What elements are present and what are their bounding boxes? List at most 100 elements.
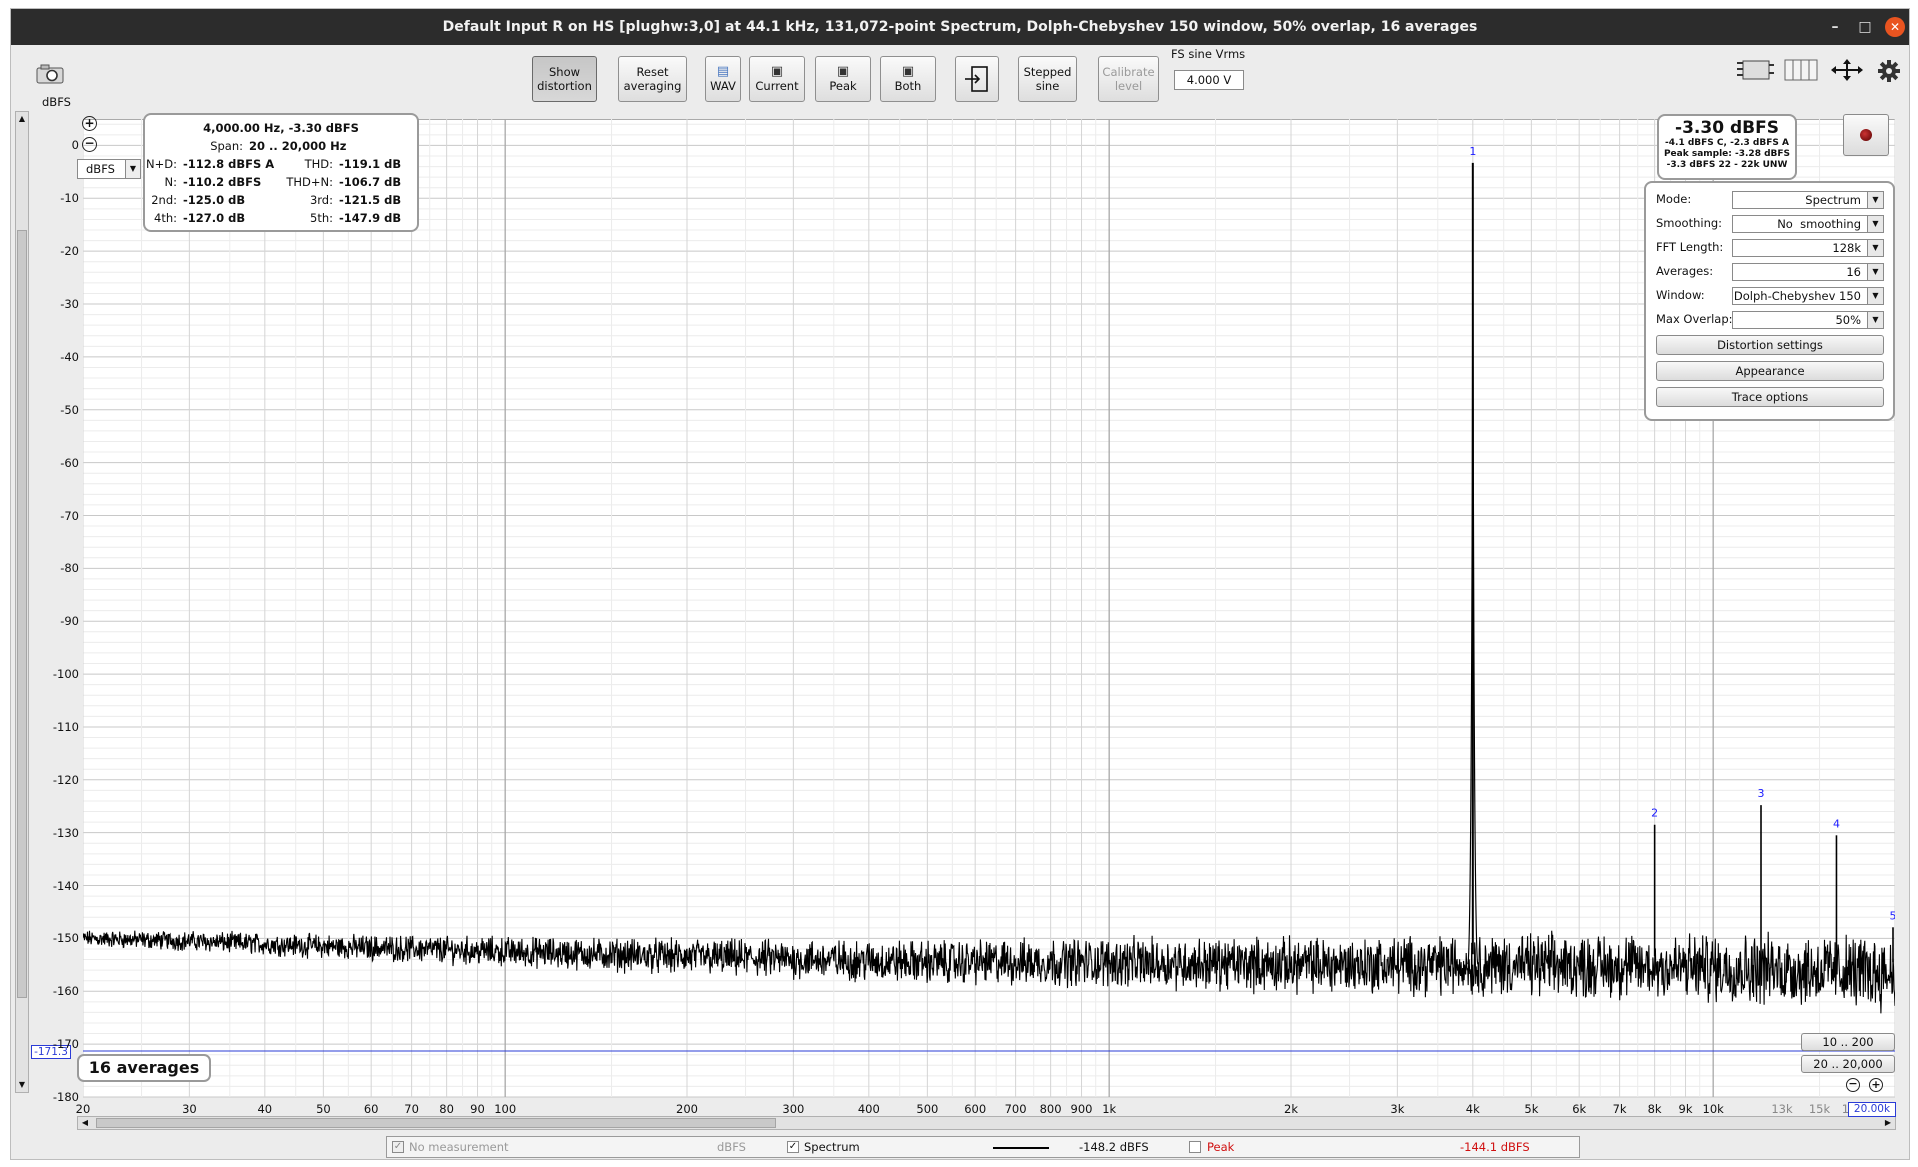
fft-length-label: FFT Length: [1656,240,1724,254]
import-button[interactable] [955,56,999,102]
x-tick-label: 4k [1465,1102,1480,1116]
columns-icon[interactable] [1783,57,1819,86]
y-unit-label: dBFS [42,95,71,109]
mode-label: Mode: [1656,192,1692,206]
zoom-out-icon[interactable]: − [82,137,97,152]
save-icon: ▣ [901,64,915,79]
span-value: 20 .. 20,000 Hz [249,139,347,153]
zoom-in-icon[interactable]: + [1869,1078,1883,1092]
view-layout-icon[interactable] [1735,57,1775,86]
window-title: Default Input R on HS [plughw:3,0] at 44… [442,19,1478,35]
trace-options-button[interactable]: Trace options [1656,387,1884,407]
trace-legend: ✓ No measurement dBFS ✓ Spectrum -148.2 … [386,1136,1580,1158]
y-tick-label: -60 [60,455,79,470]
record-button[interactable] [1843,114,1889,156]
zoom-in-icon[interactable]: + [82,116,97,131]
save-current-button[interactable]: ▣ Current [749,56,805,102]
gear-icon[interactable] [1877,59,1901,86]
smoothing-select[interactable]: No smoothing ▼ [1732,215,1884,233]
x-tick-label: 500 [916,1102,939,1116]
spectrum-chart[interactable]: 1 2 3 4 5 [83,119,1895,1101]
x-tick-label: 20 [75,1102,91,1116]
minimize-icon[interactable]: – [1825,17,1845,37]
fft-length-select[interactable]: 128k ▼ [1732,239,1884,257]
spectrum-plot[interactable]: 1 2 3 4 5 [83,119,1895,1101]
averages-label: Averages: [1656,264,1714,278]
spectrum-value: -148.2 dBFS [1079,1140,1149,1154]
window-label: Window: [1656,288,1705,302]
stat-key: 3rd: [309,193,333,207]
scroll-up-icon[interactable]: ▲ [16,112,28,126]
app-window: Default Input R on HS [plughw:3,0] at 44… [10,8,1910,1160]
x-tick-label: 5k [1524,1102,1539,1116]
x-tick-label: 30 [182,1102,197,1116]
distortion-settings-button[interactable]: Distortion settings [1656,335,1884,355]
no-measurement-checkbox[interactable]: ✓ [392,1141,404,1153]
fs-sine-input[interactable]: 4.000 V [1174,70,1244,90]
window-select[interactable]: Dolph-Chebyshev 150 ▼ [1732,287,1884,305]
save-peak-button[interactable]: ▣ Peak [815,56,871,102]
wav-button[interactable]: ▤ WAV [705,56,741,102]
title-bar[interactable]: Default Input R on HS [plughw:3,0] at 44… [11,9,1909,45]
level-meter: -3.30 dBFS -4.1 dBFS C, -2.3 dBFS A Peak… [1657,114,1797,180]
harmonic-label-5: 5 [1890,909,1896,922]
mode-select[interactable]: Spectrum ▼ [1732,191,1884,209]
save-wav-icon: ▤ [716,64,730,79]
distortion-stats-panel: 4,000.00 Hz, -3.30 dBFS Span: 20 .. 20,0… [143,113,419,232]
harmonic-label-2: 2 [1651,807,1658,820]
spectrum-checkbox[interactable]: ✓ [787,1141,799,1153]
y-tick-label: -50 [60,402,79,417]
fit-view-icon[interactable] [1829,57,1865,86]
appearance-button[interactable]: Appearance [1656,361,1884,381]
scroll-left-icon[interactable]: ◀ [78,1117,92,1129]
peak-label: Peak [1207,1140,1235,1154]
smoothing-label: Smoothing: [1656,216,1723,230]
scroll-right-icon[interactable]: ▶ [1881,1117,1895,1129]
import-icon [965,66,988,92]
y-tick-label: -70 [60,508,79,523]
averages-select[interactable]: 16 ▼ [1732,263,1884,281]
x-tick-label: 100 [494,1102,517,1116]
maximize-icon[interactable]: □ [1855,17,1875,37]
x-tick-label: 3k [1390,1102,1405,1116]
y-tick-label: -10 [60,191,79,206]
stat-key: N: [164,175,177,189]
stat-value: -119.1 dB [339,157,402,171]
save-icon: ▣ [770,64,784,79]
averages-badge: 16 averages [77,1054,211,1082]
y-tick-label: -150 [52,931,79,946]
y-tick-label: -40 [60,349,79,364]
stepped-sine-button[interactable]: Stepped sine [1018,56,1077,102]
y-tick-label: -80 [60,561,79,576]
y-tick-label: -110 [52,719,79,734]
range-20-20000-button[interactable]: 20 .. 20,000 [1801,1055,1895,1073]
reset-averaging-button[interactable]: Reset averaging [618,56,687,102]
unit-selector[interactable]: dBFS ▼ [77,159,141,179]
zoom-out-icon[interactable]: − [1846,1078,1860,1092]
level-line: Peak sample: -3.28 dBFS [1663,149,1791,159]
y-tick-label: -130 [52,825,79,840]
range-10-200-button[interactable]: 10 .. 200 [1801,1033,1895,1051]
stat-value: -112.8 dBFS A [183,157,275,171]
horizontal-scrollbar[interactable]: ◀ ▶ [77,1116,1896,1130]
max-overlap-select[interactable]: 50% ▼ [1732,311,1884,329]
y-tick-label: -120 [52,772,79,787]
scroll-thumb[interactable] [96,1118,776,1128]
calibrate-level-button[interactable]: Calibrate level [1098,56,1159,102]
x-tick-label: 200 [676,1102,698,1116]
camera-icon[interactable] [35,63,65,85]
fs-sine-label: FS sine Vrms [1171,47,1246,61]
stat-key: THD+N: [286,175,333,189]
scroll-down-icon[interactable]: ▼ [16,1078,28,1092]
stat-key: 2nd: [151,193,177,207]
chevron-down-icon: ▼ [125,160,140,178]
save-both-button[interactable]: ▣ Both [880,56,936,102]
scroll-thumb[interactable] [17,230,27,998]
close-icon[interactable]: ✕ [1885,17,1905,37]
vertical-scrollbar[interactable]: ▲ ▼ [15,111,29,1093]
peak-checkbox[interactable] [1189,1141,1201,1153]
show-distortion-button[interactable]: Show distortion [532,56,597,102]
y-tick-label: -160 [52,984,79,999]
max-overlap-label: Max Overlap: [1656,312,1733,326]
spectrum-label: Spectrum [804,1140,860,1154]
